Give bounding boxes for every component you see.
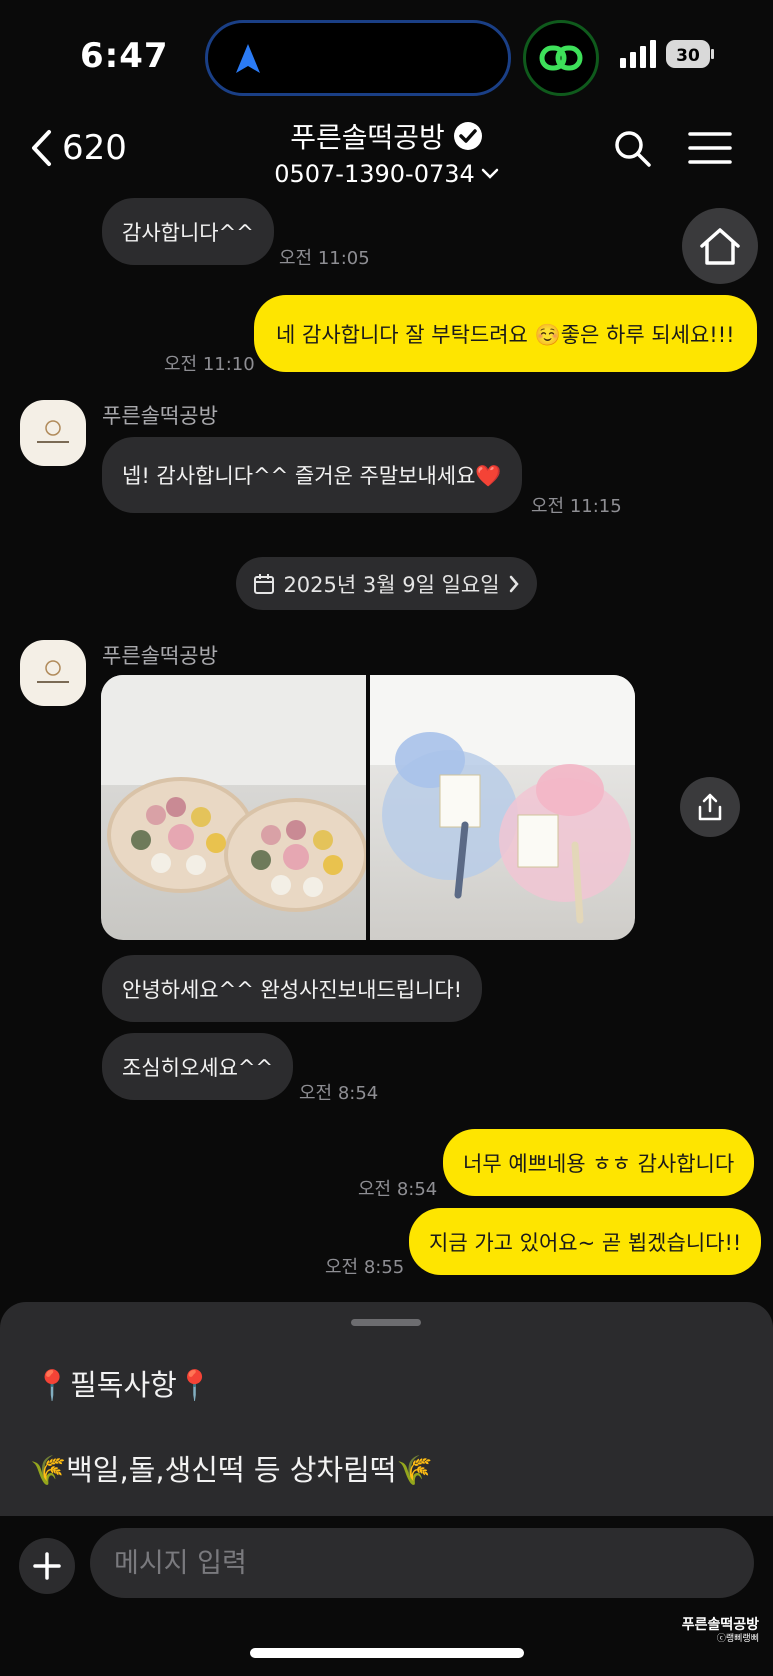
message-input[interactable] (90, 1528, 754, 1598)
verified-badge-icon (453, 122, 482, 150)
watermark-sub: ⓒ랭삐랭삐 (716, 1634, 759, 1645)
chain-link-icon (539, 45, 583, 71)
chat-title: 푸른솔떡공방 (290, 121, 445, 154)
chevron-down-icon (481, 168, 499, 179)
date-divider-text: 2025년 3월 9일 일요일 (283, 572, 500, 597)
message-bubble-incoming[interactable]: 안녕하세요^^ 완성사진보내드립니다! (102, 955, 483, 1022)
message-time: 오전 11:15 (531, 496, 622, 517)
message-time: 오전 11:05 (279, 248, 370, 269)
calendar-icon (254, 573, 275, 594)
shop-logo-icon (37, 660, 69, 683)
status-bar: 6:47 30 (0, 0, 773, 110)
chat-title-block[interactable]: 푸른솔떡공방 0507-1390-0734 (0, 116, 773, 188)
gift-wrap-image (370, 675, 635, 924)
shop-logo-icon (37, 420, 69, 443)
watermark: 푸른솔떡공방 ⓒ랭삐랭삐 (682, 1616, 759, 1646)
battery-icon: 30 (666, 40, 714, 68)
phone-number: 0507-1390-0734 (274, 160, 475, 188)
home-icon (700, 228, 740, 265)
home-indicator[interactable] (250, 1648, 524, 1658)
message-bubble-incoming[interactable]: 조심히오세요^^ (102, 1033, 294, 1100)
message-bubble-incoming[interactable]: 감사합니다^^ (102, 198, 274, 265)
dynamic-island[interactable] (205, 20, 511, 96)
watermark-name: 푸른솔떡공방 (681, 1617, 759, 1633)
message-bubble-outgoing[interactable]: 너무 예쁘네용 ㅎㅎ 감사합니다 (443, 1129, 755, 1196)
message-time: 오전 8:55 (325, 1257, 405, 1278)
photo-wrapped-gifts[interactable] (370, 675, 635, 940)
battery-level: 30 (676, 46, 700, 66)
attach-button[interactable] (19, 1538, 75, 1594)
sender-avatar[interactable] (20, 400, 86, 466)
date-divider[interactable]: 2025년 3월 9일 일요일 (236, 557, 537, 610)
share-icon (698, 793, 722, 821)
message-time: 오전 8:54 (358, 1179, 438, 1200)
store-home-button[interactable] (682, 208, 758, 284)
message-bubble-outgoing[interactable]: 네 감사합니다 잘 부탁드려요 ☺️좋은 하루 되세요!!! (254, 295, 757, 372)
hamburger-menu-icon[interactable] (688, 130, 732, 166)
notice-text: 🌾백일,돌,생신떡 등 상차림떡🌾 (30, 1453, 433, 1487)
chat-header: 620 푸른솔떡공방 0507-1390-0734 (0, 110, 773, 195)
navigation-arrow-icon (236, 44, 260, 73)
photo-rice-cake-boxes[interactable] (101, 675, 366, 940)
status-time: 6:47 (80, 36, 169, 76)
message-time: 오전 8:54 (299, 1083, 379, 1104)
rice-cake-image (101, 675, 366, 912)
message-bubble-outgoing[interactable]: 지금 가고 있어요~ 곧 뵙겠습니다!! (409, 1208, 762, 1275)
sender-name: 푸른솔떡공방 (102, 404, 218, 428)
plus-icon (33, 1552, 61, 1580)
message-bubble-incoming[interactable]: 넵! 감사합니다^^ 즐거운 주말보내세요❤️ (102, 437, 522, 513)
sheet-drag-handle[interactable] (351, 1319, 421, 1326)
notice-heading: 📍필독사항📍 (34, 1368, 213, 1402)
share-button[interactable] (680, 777, 740, 837)
cellular-signal-icon (620, 40, 656, 68)
chevron-right-icon (509, 575, 519, 592)
message-time: 오전 11:10 (164, 354, 255, 375)
search-icon[interactable] (612, 128, 652, 168)
sender-name: 푸른솔떡공방 (102, 644, 218, 668)
sender-avatar[interactable] (20, 640, 86, 706)
notice-sheet[interactable]: 📍필독사항📍 🌾백일,돌,생신떡 등 상차림떡🌾 (0, 1302, 773, 1516)
link-activity-icon[interactable] (523, 20, 599, 96)
